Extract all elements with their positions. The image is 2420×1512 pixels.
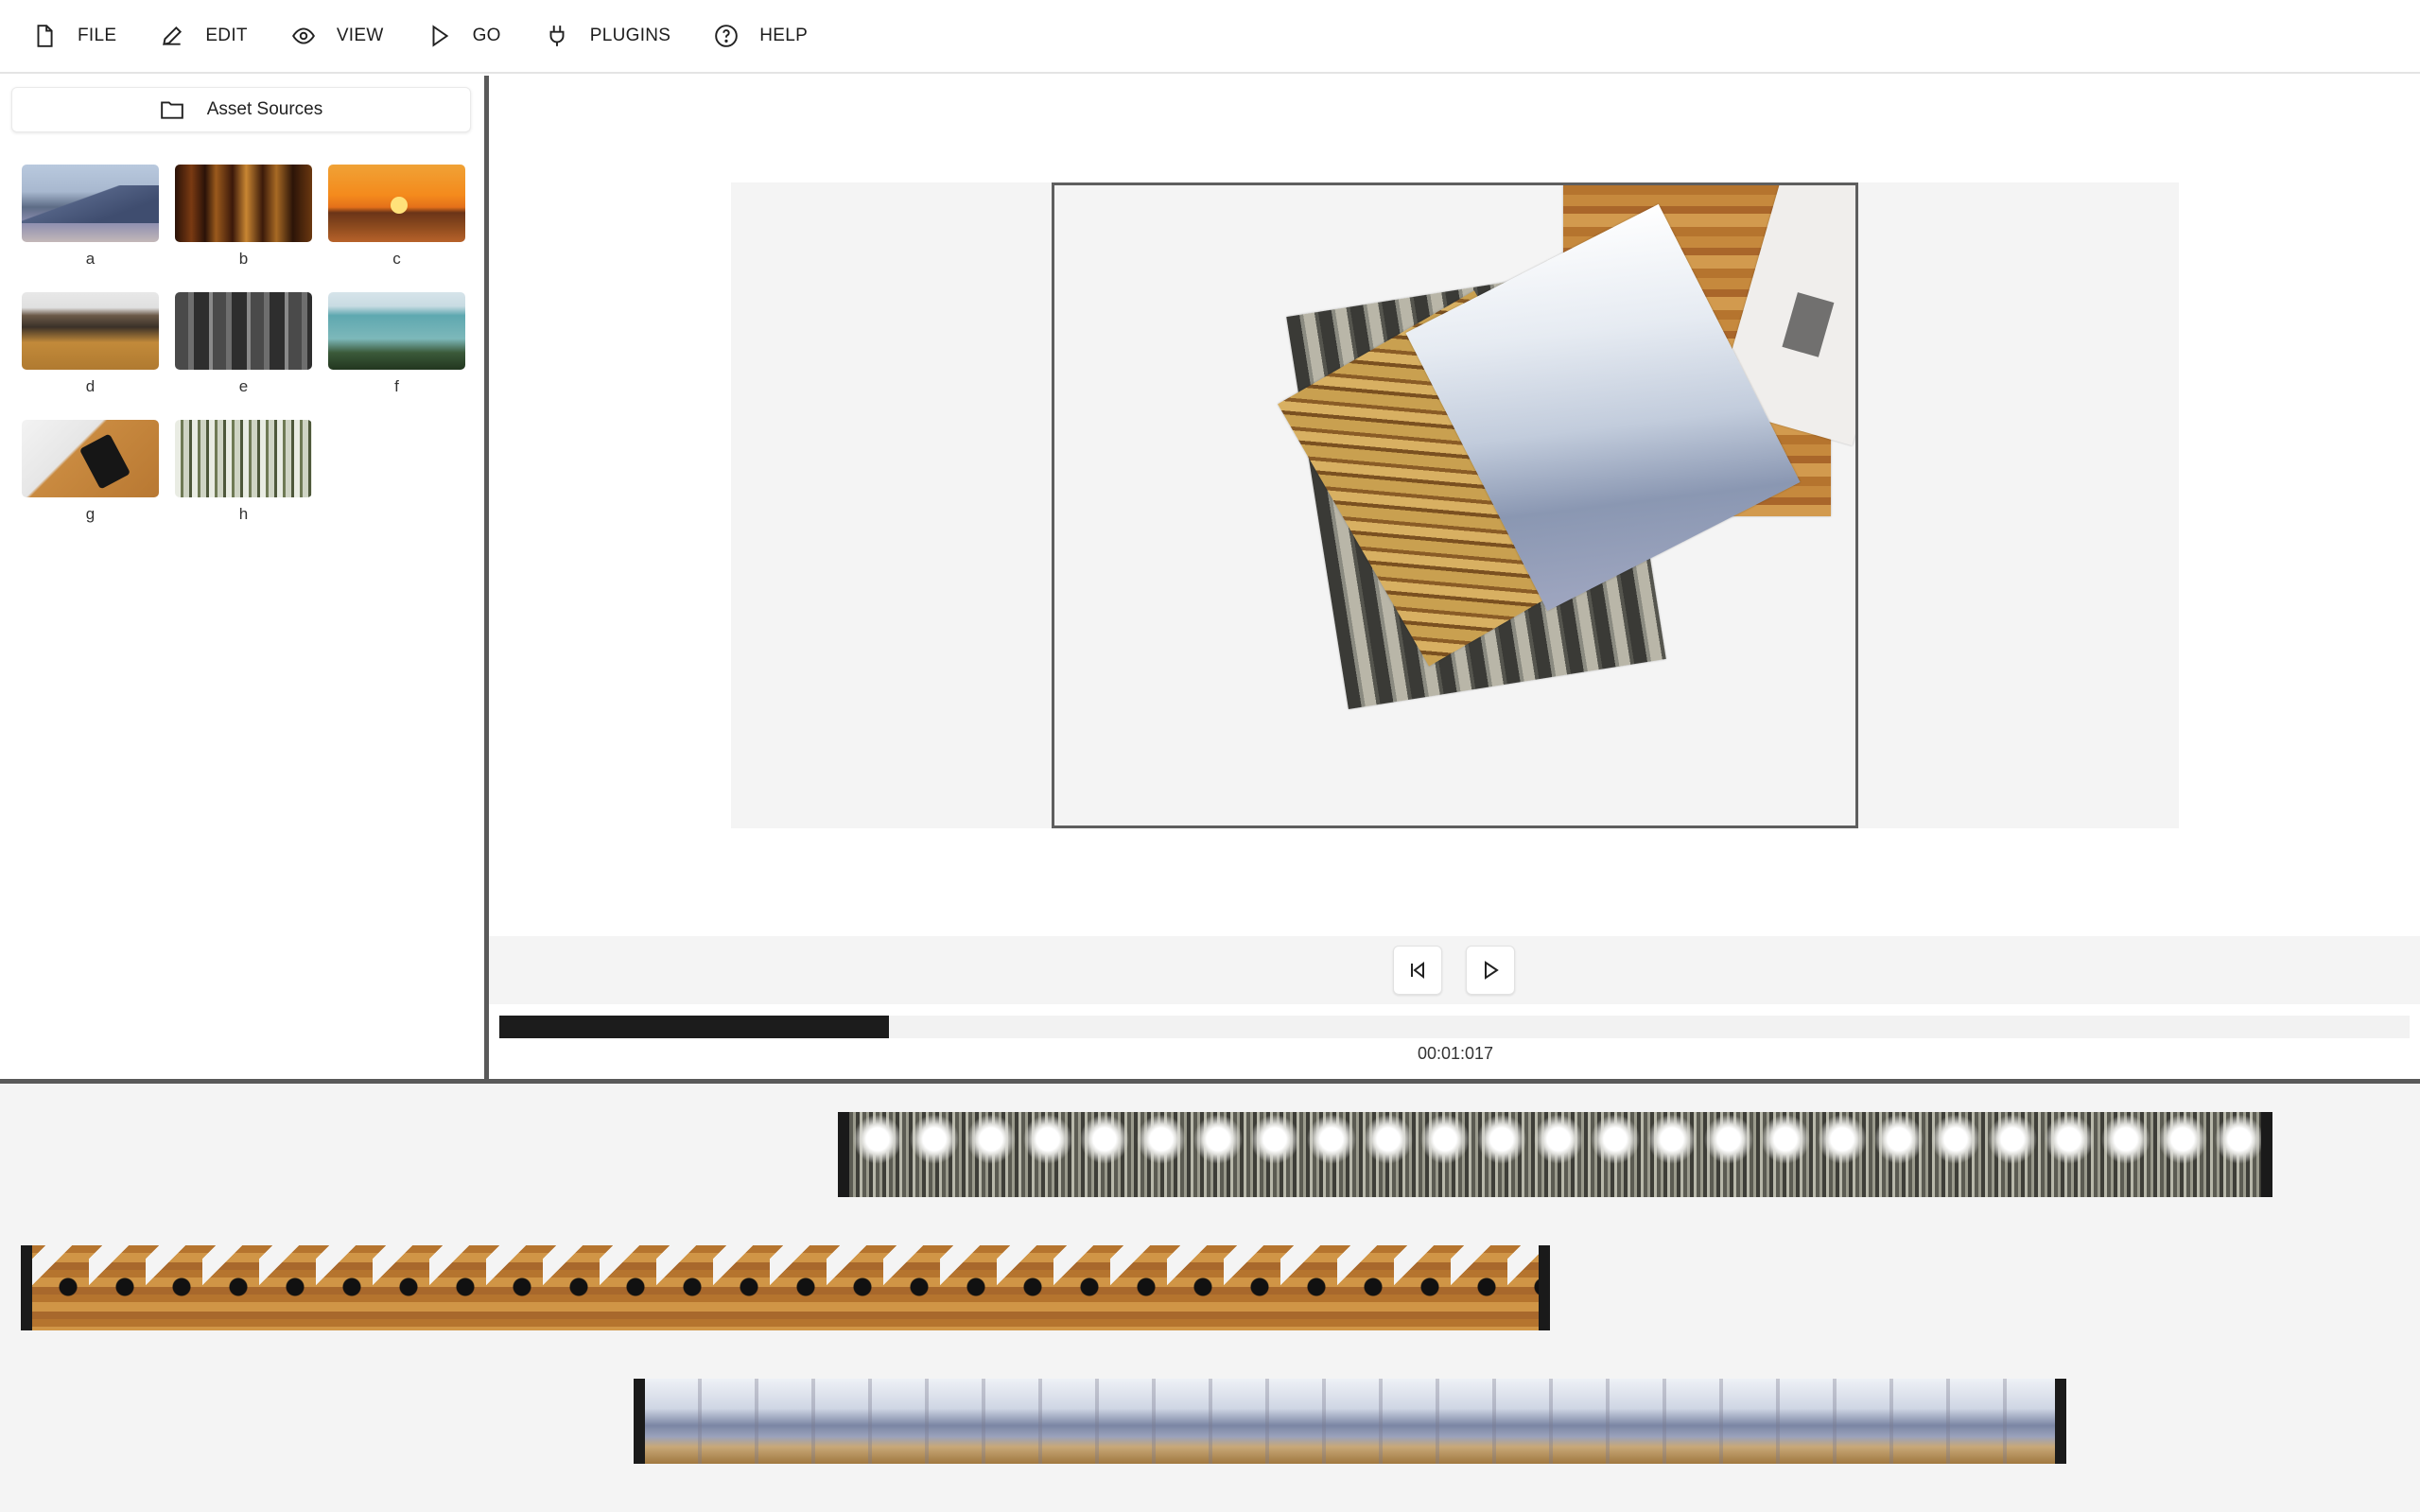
asset-thumbnail bbox=[328, 292, 465, 370]
asset-label: b bbox=[238, 250, 249, 268]
asset-label: a bbox=[85, 250, 96, 268]
timecode-display: 00:01:017 bbox=[1417, 1044, 1494, 1063]
asset-sources-button[interactable]: Asset Sources bbox=[11, 87, 471, 132]
clip-filmstrip bbox=[849, 1112, 2261, 1197]
eye-icon bbox=[291, 27, 315, 44]
asset-label: e bbox=[238, 377, 249, 395]
play-icon bbox=[432, 25, 448, 47]
composition-canvas[interactable] bbox=[1052, 182, 1858, 828]
asset-thumbnail bbox=[328, 165, 465, 242]
menu-file-label: FILE bbox=[78, 26, 117, 45]
menu-edit-label: EDIT bbox=[205, 26, 248, 45]
asset-thumbnail bbox=[22, 292, 159, 370]
asset-item-a[interactable]: a bbox=[22, 165, 159, 269]
playback-controls bbox=[489, 936, 2420, 1004]
asset-thumbnail bbox=[22, 420, 159, 497]
asset-label: g bbox=[85, 505, 96, 523]
asset-sources-label: Asset Sources bbox=[206, 99, 323, 119]
help-circle-icon bbox=[715, 25, 739, 47]
asset-item-b[interactable]: b bbox=[175, 165, 312, 269]
timeline-clip-mountains[interactable] bbox=[634, 1379, 2066, 1464]
clip-filmstrip bbox=[32, 1245, 1539, 1330]
menu-help-label: HELP bbox=[759, 26, 809, 45]
play-icon bbox=[1485, 961, 1499, 980]
asset-label: d bbox=[85, 377, 96, 395]
asset-item-h[interactable]: h bbox=[175, 420, 312, 524]
menu-plugins-label: PLUGINS bbox=[589, 26, 671, 45]
menu-go-label: GO bbox=[472, 26, 501, 45]
menu-view[interactable]: VIEW bbox=[291, 12, 384, 60]
menu-go[interactable]: GO bbox=[427, 12, 501, 60]
asset-item-f[interactable]: f bbox=[328, 292, 465, 396]
asset-label: h bbox=[238, 505, 249, 523]
menu-view-label: VIEW bbox=[336, 26, 384, 45]
asset-item-g[interactable]: g bbox=[22, 420, 159, 524]
asset-item-c[interactable]: c bbox=[328, 165, 465, 269]
playback-progress-bar[interactable] bbox=[499, 1016, 2410, 1038]
skip-to-start-button[interactable] bbox=[1393, 946, 1442, 995]
file-icon bbox=[37, 25, 53, 47]
clip-filmstrip bbox=[645, 1379, 2055, 1464]
folder-icon bbox=[160, 101, 183, 119]
asset-item-d[interactable]: d bbox=[22, 292, 159, 396]
skip-back-icon bbox=[1411, 961, 1424, 980]
pencil-icon bbox=[163, 26, 183, 45]
asset-thumbnail bbox=[175, 420, 312, 497]
asset-thumbnail bbox=[175, 165, 312, 242]
timeline-clip-buildings[interactable] bbox=[838, 1112, 2272, 1197]
asset-item-e[interactable]: e bbox=[175, 292, 312, 396]
menu-bar: FILE EDIT VIEW GO PLUGINS HELP bbox=[0, 0, 2420, 74]
play-button[interactable] bbox=[1466, 946, 1515, 995]
menu-file[interactable]: FILE bbox=[32, 12, 116, 60]
plug-icon bbox=[549, 26, 565, 46]
asset-panel: Asset Sources a b c d e f g h bbox=[0, 76, 484, 1079]
timeline-clip-desk-phone[interactable] bbox=[21, 1245, 1550, 1330]
timeline bbox=[0, 1084, 2420, 1512]
progress-fill bbox=[499, 1016, 890, 1038]
menu-edit[interactable]: EDIT bbox=[160, 12, 248, 60]
menu-help[interactable]: HELP bbox=[714, 12, 808, 60]
menu-plugins[interactable]: PLUGINS bbox=[545, 12, 671, 60]
asset-thumbnail bbox=[175, 292, 312, 370]
asset-label: c bbox=[392, 250, 401, 268]
asset-label: f bbox=[394, 377, 399, 395]
asset-thumbnail bbox=[22, 165, 159, 242]
